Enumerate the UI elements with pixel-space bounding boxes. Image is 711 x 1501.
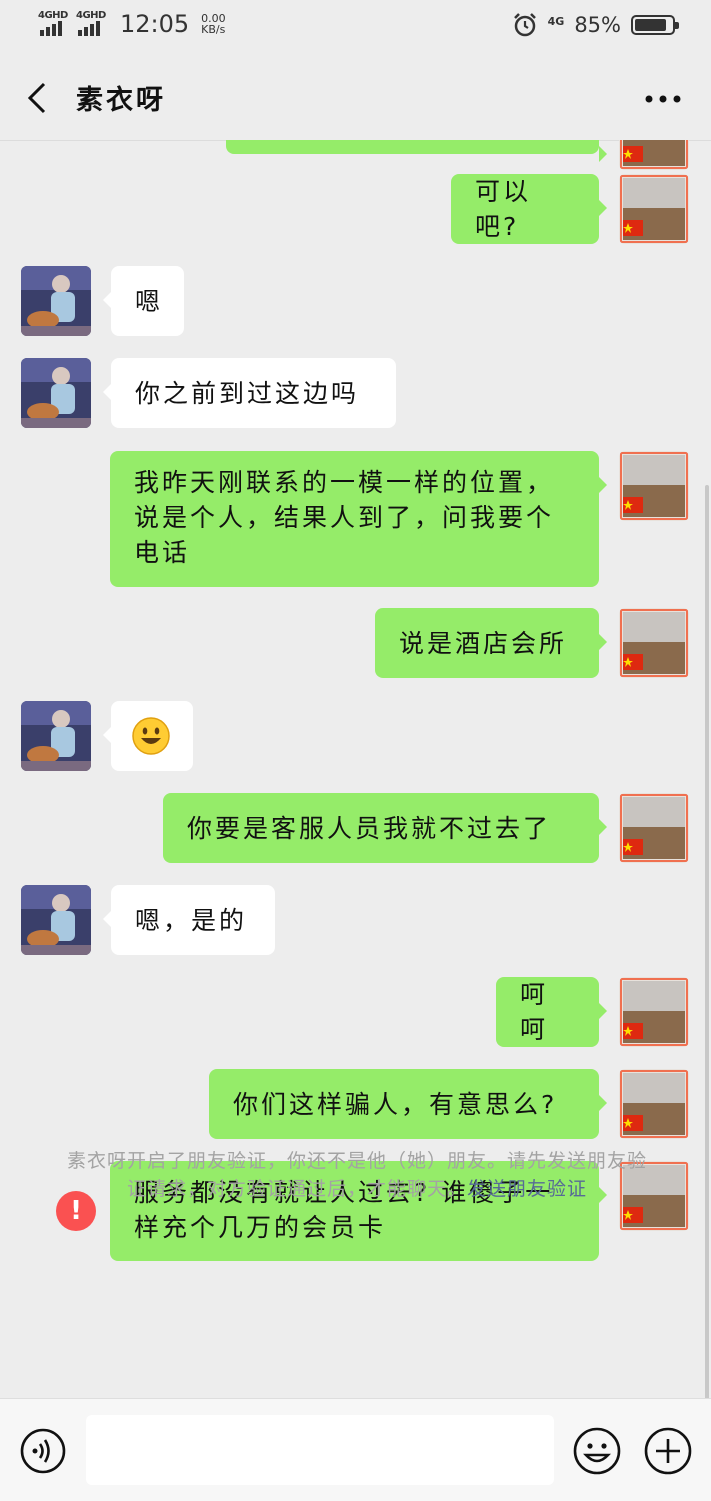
avatar-self[interactable]: [619, 140, 689, 170]
message-bubble[interactable]: 嗯，是的: [103, 885, 275, 955]
voice-icon[interactable]: [19, 1427, 67, 1475]
message-bubble[interactable]: 我昨天刚联系的一模一样的位置，说是个人，结果人到了，问我要个电话: [110, 451, 607, 587]
status-bar: 4GHD 4GHD 12:05 0.00 KB/s 4G 85%: [0, 0, 711, 54]
chevron-left-icon[interactable]: [18, 78, 58, 118]
status-time: 12:05: [120, 10, 190, 38]
avatar-contact[interactable]: [21, 701, 91, 771]
plus-icon[interactable]: [643, 1426, 693, 1476]
message-bubble[interactable]: 说是酒店会所: [375, 608, 607, 678]
avatar-contact[interactable]: [21, 358, 91, 428]
signal-4ghd-icon: 4GHD: [38, 10, 70, 38]
message-bubble[interactable]: 你们这样骗人，有意思么?: [209, 1069, 607, 1139]
avatar-self[interactable]: [619, 793, 689, 863]
message-bubble[interactable]: 呵呵: [496, 977, 607, 1047]
speed-unit: KB/s: [201, 23, 226, 36]
avatar-self[interactable]: [619, 451, 689, 521]
message-input[interactable]: [86, 1415, 554, 1485]
scrollbar[interactable]: [705, 485, 709, 1398]
message-bubble[interactable]: 嗯: [103, 266, 184, 336]
avatar-self[interactable]: [619, 608, 689, 678]
message-bubble[interactable]: 你要是客服人员我就不过去了: [163, 793, 607, 863]
network-speed: 0.00 KB/s: [201, 13, 226, 35]
input-bar: [0, 1398, 711, 1501]
avatar-self[interactable]: [619, 977, 689, 1047]
mobile-data-label: 4G: [547, 14, 565, 28]
message-bubble[interactable]: 你之前到过这边吗: [103, 358, 396, 428]
network-label-2: 4GHD: [76, 10, 106, 21]
battery-icon: [631, 15, 679, 35]
send-friend-request-link[interactable]: 发送朋友验证: [467, 1178, 587, 1200]
emoji-icon[interactable]: [572, 1426, 622, 1476]
chat-title: 素衣呀: [76, 85, 166, 116]
message-list[interactable]: 可以吧? 嗯 你之前到过这边吗 我昨天刚联系的一模一样的位置，说是个人，结果人到…: [0, 140, 711, 1398]
avatar-self[interactable]: [619, 1069, 689, 1139]
message-bubble[interactable]: [103, 701, 193, 771]
avatar-contact[interactable]: [21, 266, 91, 336]
more-dots-icon[interactable]: [643, 84, 683, 114]
system-note: 素衣呀开启了朋友验证，你还不是他（她）朋友。请先发送朋友验证请求，对方验证通过后…: [62, 1147, 652, 1203]
message-bubble[interactable]: [226, 140, 607, 162]
avatar-self[interactable]: [619, 174, 689, 244]
avatar-contact[interactable]: [21, 885, 91, 955]
chat-header: 素衣呀: [0, 54, 711, 141]
alarm-icon: [513, 13, 536, 37]
smiley-emoji-icon: [132, 717, 170, 755]
network-label: 4GHD: [38, 10, 68, 21]
message-bubble[interactable]: 可以吧?: [451, 174, 607, 244]
battery-percent: 85%: [574, 13, 621, 37]
signal-4ghd-icon-2: 4GHD: [76, 10, 108, 38]
